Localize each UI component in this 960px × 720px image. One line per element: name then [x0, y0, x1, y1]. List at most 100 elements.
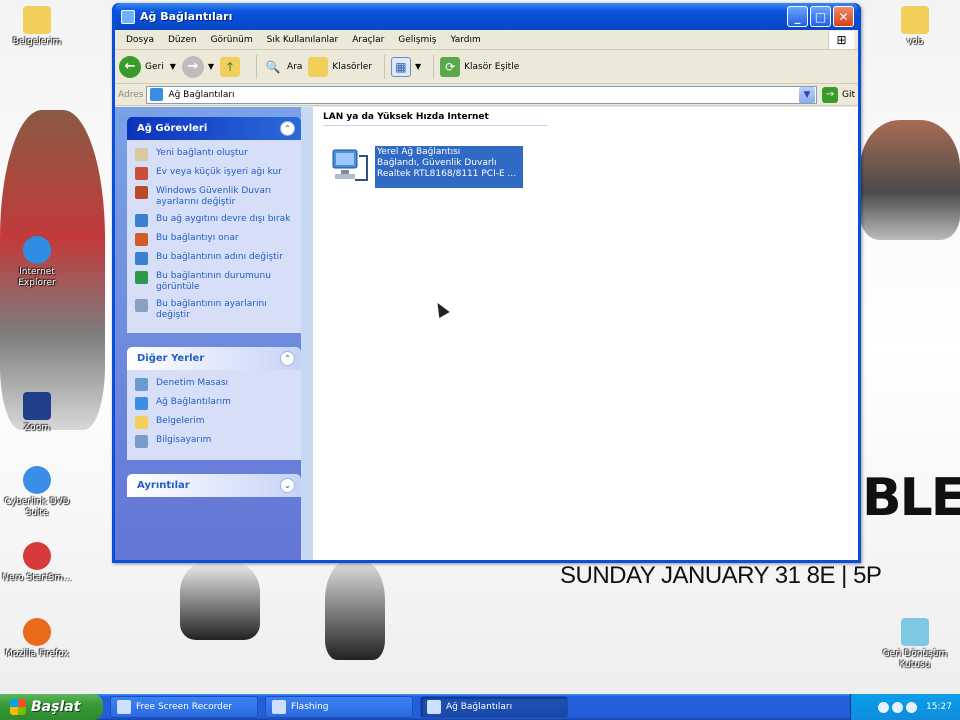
desktop-icon-recycle-bin[interactable]: Geri Dönüşüm Kutusu: [880, 618, 950, 671]
wallpaper-figure: [860, 120, 960, 240]
task-home-network[interactable]: Ev veya küçük işyeri ağı kur: [135, 167, 293, 180]
task-change-settings[interactable]: Bu bağlantının ayarlarını değiştir: [135, 299, 293, 321]
tray-volume-icon[interactable]: [906, 701, 918, 713]
menu-view[interactable]: Görünüm: [204, 35, 260, 45]
task-view-status[interactable]: Bu bağlantının durumunu görüntüle: [135, 271, 293, 293]
title-bar[interactable]: Ağ Bağlantıları _ □ ✕: [115, 3, 858, 30]
menu-help[interactable]: Yardım: [443, 35, 487, 45]
status-icon: [135, 271, 148, 284]
content-area: Ağ Görevleri ⌃ Yeni bağlantı oluştur Ev …: [115, 107, 858, 560]
taskbar-item-flashing[interactable]: Flashing: [265, 696, 413, 718]
views-icon: ▦: [390, 56, 411, 77]
computer-icon: [135, 435, 148, 448]
taskbar-item-network-connections[interactable]: Ağ Bağlantıları: [420, 696, 568, 718]
task-firewall-settings[interactable]: Windows Güvenlik Duvarı ayarlarını değiş…: [135, 186, 293, 208]
connections-view: LAN ya da Yüksek Hızda Internet Yerel Ağ…: [313, 107, 858, 560]
home-network-icon: [135, 167, 148, 180]
toolbar-separator: [256, 54, 258, 79]
collapse-chevron-icon[interactable]: ⌃: [280, 121, 295, 136]
network-icon: [427, 700, 441, 714]
collapse-chevron-icon[interactable]: ⌃: [280, 351, 295, 366]
tray-expand-icon[interactable]: [878, 701, 890, 713]
network-tasks-list: Yeni bağlantı oluştur Ev veya küçük işye…: [127, 140, 301, 333]
nero-icon: [23, 542, 51, 570]
views-button[interactable]: ▦ ▼: [390, 56, 421, 77]
desktop-icon-firefox[interactable]: Mozilla Firefox: [2, 618, 72, 660]
tasks-pane: Ağ Görevleri ⌃ Yeni bağlantı oluştur Ev …: [115, 107, 313, 560]
maximize-button[interactable]: □: [810, 6, 831, 27]
address-input[interactable]: Ağ Bağlantıları ▼: [146, 85, 817, 104]
toolbar-separator: [433, 54, 435, 79]
back-arrow-icon: ←: [119, 55, 141, 78]
folders-button[interactable]: Klasörler: [308, 56, 372, 77]
address-dropdown-button[interactable]: ▼: [798, 86, 815, 103]
close-button[interactable]: ✕: [833, 6, 854, 27]
place-my-computer[interactable]: Bilgisayarım: [135, 435, 293, 448]
network-places-icon: [135, 397, 148, 410]
search-button[interactable]: 🔍 Ara: [263, 57, 303, 77]
wallpaper-figure: [180, 560, 260, 640]
minimize-button[interactable]: _: [787, 6, 808, 27]
toolbar-separator: [383, 54, 385, 79]
up-folder-button[interactable]: ↑: [220, 56, 244, 77]
place-my-network[interactable]: Ağ Bağlantılarım: [135, 397, 293, 410]
desktop-icon-documents[interactable]: Belgelerim: [2, 6, 72, 48]
other-places-list: Denetim Masası Ağ Bağlantılarım Belgeler…: [127, 370, 301, 460]
firewall-icon: [135, 186, 148, 199]
menu-edit[interactable]: Düzen: [161, 35, 204, 45]
taskbar-item-screen-recorder[interactable]: Free Screen Recorder: [110, 696, 258, 718]
folder-icon: [901, 6, 929, 34]
lan-connection-icon: [329, 146, 371, 188]
desktop-icon-vob[interactable]: vob: [880, 6, 950, 48]
menu-advanced[interactable]: Gelişmiş: [391, 35, 443, 45]
tray-network-icon[interactable]: [892, 701, 904, 713]
address-bar: Adres Ağ Bağlantıları ▼ → Git: [115, 84, 858, 106]
connection-name: Yerel Ağ Bağlantısı: [377, 147, 461, 157]
documents-icon: [135, 416, 148, 429]
menu-file[interactable]: Dosya: [119, 35, 161, 45]
recorder-icon: [117, 700, 131, 714]
forward-arrow-icon: →: [181, 55, 204, 78]
disable-device-icon: [135, 214, 148, 227]
tasks-scrollbar[interactable]: [301, 107, 313, 560]
forward-button[interactable]: → ▼: [181, 55, 214, 78]
toolbar: ← Geri ▼ → ▼ ↑ 🔍 Ara Klasörler ▦ ▼ ⟳ Kla…: [115, 50, 858, 84]
firefox-icon: [23, 618, 51, 646]
repair-icon: [135, 233, 148, 246]
expand-chevron-icon[interactable]: ⌄: [280, 478, 295, 493]
folders-icon: [308, 56, 329, 77]
other-places-header[interactable]: Diğer Yerler ⌃: [127, 347, 301, 370]
start-button[interactable]: Başlat: [0, 694, 103, 720]
desktop-icon-ie[interactable]: Internet Explorer: [2, 236, 72, 289]
desktop-icon-nero[interactable]: Nero StartSm...: [2, 542, 72, 584]
desktop-icon-zoom[interactable]: Zoom: [2, 392, 72, 434]
desktop-icon-cyberlink[interactable]: Cyberlink DVD Suite: [2, 466, 72, 519]
task-repair-connection[interactable]: Bu bağlantıyı onar: [135, 233, 293, 246]
menu-bar: Dosya Düzen Görünüm Sık Kullanılanlar Ar…: [115, 30, 858, 50]
go-button[interactable]: → Git: [821, 86, 855, 103]
explorer-window: Ağ Bağlantıları _ □ ✕ Dosya Düzen Görünü…: [112, 3, 861, 563]
other-places-panel: Diğer Yerler ⌃ Denetim Masası Ağ Bağlant…: [127, 347, 301, 460]
back-button[interactable]: ← Geri ▼: [119, 55, 176, 78]
details-header[interactable]: Ayrıntılar ⌄: [127, 474, 301, 497]
menu-favorites[interactable]: Sık Kullanılanlar: [260, 35, 346, 45]
place-control-panel[interactable]: Denetim Masası: [135, 378, 293, 391]
folder-icon: [272, 700, 286, 714]
recycle-bin-icon: [901, 618, 929, 646]
task-new-connection[interactable]: Yeni bağlantı oluştur: [135, 148, 293, 161]
clock[interactable]: 15:27: [926, 702, 952, 712]
network-tasks-header[interactable]: Ağ Görevleri ⌃: [127, 117, 301, 140]
connection-item-lan[interactable]: Yerel Ağ Bağlantısı Bağlandı, Güvenlik D…: [329, 146, 848, 188]
details-panel: Ayrıntılar ⌄: [127, 474, 301, 497]
window-body: Dosya Düzen Görünüm Sık Kullanılanlar Ar…: [115, 30, 858, 560]
cyberlink-icon: [23, 466, 51, 494]
address-label: Adres: [118, 89, 144, 100]
network-icon: [121, 9, 135, 24]
folder-sync-button[interactable]: ⟳ Klasör Eşitle: [440, 56, 519, 77]
place-my-documents[interactable]: Belgelerim: [135, 416, 293, 429]
task-disable-device[interactable]: Bu ağ aygıtını devre dışı bırak: [135, 214, 293, 227]
connection-label: Yerel Ağ Bağlantısı Bağlandı, Güvenlik D…: [375, 146, 523, 188]
menu-tools[interactable]: Araçlar: [345, 35, 391, 45]
windows-flag-icon: [10, 699, 26, 715]
task-rename-connection[interactable]: Bu bağlantının adını değiştir: [135, 252, 293, 265]
